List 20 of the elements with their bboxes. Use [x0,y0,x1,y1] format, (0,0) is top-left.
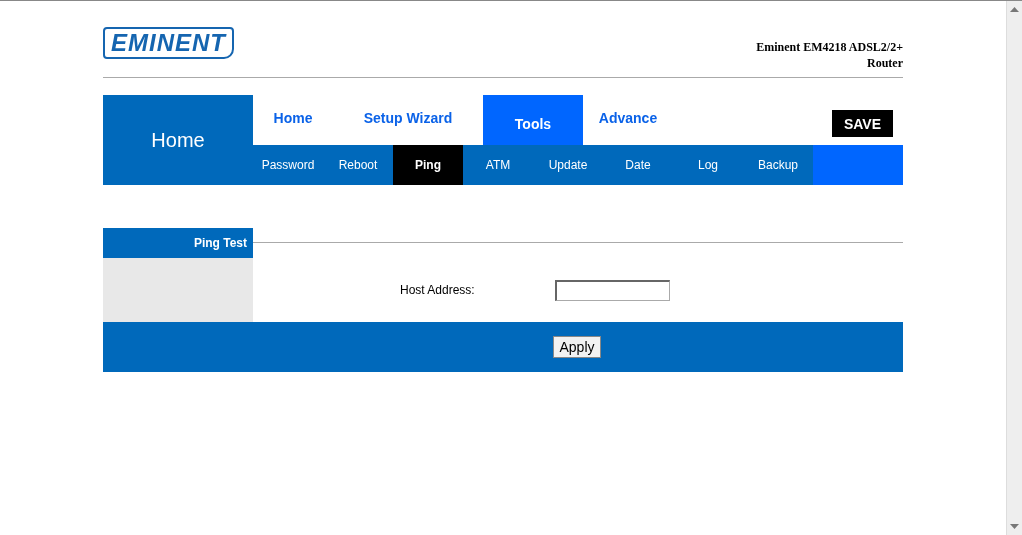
product-title: Eminent EM4218 ADSL2/2+ Router [755,39,903,71]
sub-tab[interactable]: Log [673,145,743,185]
input-field[interactable] [555,279,670,301]
scroll-up-icon[interactable] [1010,7,1019,12]
section-banner: Home [103,95,253,185]
field-label: Host Address: [400,283,476,297]
sub-tab[interactable]: Reboot [323,145,393,185]
sub-tab[interactable]: Password [253,145,323,185]
sub-tab[interactable]: Update [533,145,603,185]
sub-tab[interactable]: ATM [463,145,533,185]
panel-title: Ping Test [103,228,253,258]
scrollbar[interactable] [1006,1,1022,535]
apply-button[interactable]: Apply [553,336,601,358]
save-button[interactable]: SAVE [832,110,893,137]
scroll-down-icon[interactable] [1010,524,1019,529]
sub-tab[interactable]: Backup [743,145,813,185]
sub-tab[interactable]: Ping [393,145,463,185]
nav-tab[interactable]: Tools [483,95,583,145]
sub-tab[interactable]: Date [603,145,673,185]
logo: EMINENT [103,27,234,59]
